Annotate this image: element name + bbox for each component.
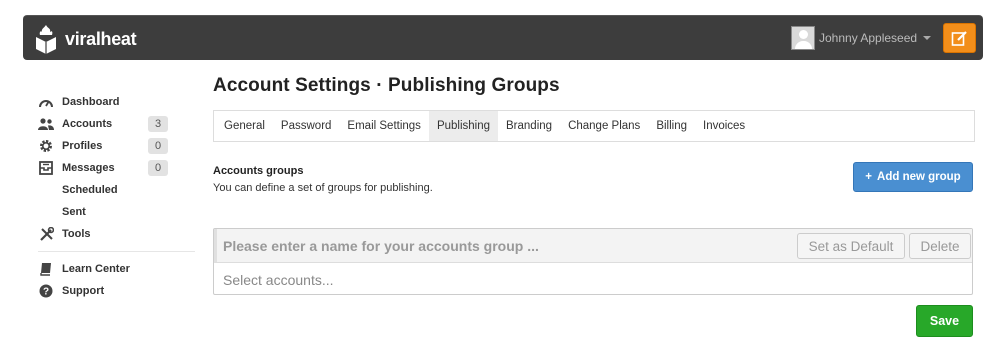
sidebar-item-tools[interactable]: Tools (38, 223, 195, 245)
delete-group-button[interactable]: Delete (909, 233, 971, 259)
sidebar-item-support[interactable]: ? Support (38, 280, 195, 302)
help-icon: ? (38, 283, 54, 299)
plus-icon: + (865, 171, 873, 183)
tab-general[interactable]: General (216, 111, 273, 141)
tools-icon (38, 226, 54, 242)
tab-billing[interactable]: Billing (648, 111, 695, 141)
sidebar-item-profiles[interactable]: Profiles 0 (38, 135, 195, 157)
add-new-group-button[interactable]: + Add new group (853, 162, 973, 192)
tab-password[interactable]: Password (273, 111, 340, 141)
gear-icon (38, 138, 54, 154)
save-button[interactable]: Save (916, 305, 973, 337)
group-header: Please enter a name for your accounts gr… (214, 229, 972, 263)
dashboard-icon (38, 94, 54, 110)
select-accounts-input[interactable]: Select accounts... (223, 272, 334, 288)
chevron-down-icon (923, 36, 932, 40)
sidebar-item-learn-center[interactable]: Learn Center (38, 258, 195, 280)
brand-logo[interactable]: viralheat (33, 23, 137, 55)
compose-button[interactable] (943, 23, 976, 53)
group-name-input[interactable]: Please enter a name for your accounts gr… (223, 238, 539, 254)
edit-icon (951, 30, 967, 46)
user-name: Johnny Appleseed (819, 31, 918, 45)
page-title: Account Settings · Publishing Groups (213, 75, 560, 96)
tab-change-plans[interactable]: Change Plans (560, 111, 648, 141)
add-new-group-label: Add new group (877, 171, 961, 183)
sidebar-item-accounts[interactable]: Accounts 3 (38, 113, 195, 135)
tab-email-settings[interactable]: Email Settings (339, 111, 429, 141)
settings-tabs: General Password Email Settings Publishi… (213, 110, 975, 142)
avatar (791, 26, 815, 50)
accounts-group-card: Please enter a name for your accounts gr… (213, 228, 973, 295)
tab-publishing[interactable]: Publishing (428, 111, 499, 141)
tab-branding[interactable]: Branding (498, 111, 560, 141)
users-icon (38, 116, 54, 132)
sidebar-item-sent[interactable]: Sent (38, 201, 195, 223)
sidebar-item-messages[interactable]: Messages 0 (38, 157, 195, 179)
sidebar: Dashboard Accounts 3 Profiles 0 Messages… (38, 91, 195, 302)
viralheat-logo-icon (36, 25, 56, 54)
top-bar: viralheat Johnny Appleseed (23, 15, 983, 60)
svg-text:?: ? (43, 287, 49, 298)
profiles-count-badge: 0 (148, 138, 168, 154)
messages-count-badge: 0 (148, 160, 168, 176)
section-title: Accounts groups (213, 165, 304, 177)
book-icon (38, 261, 54, 277)
tab-invoices[interactable]: Invoices (695, 111, 753, 141)
sidebar-divider (38, 251, 195, 252)
accounts-count-badge: 3 (148, 116, 168, 132)
inbox-icon (38, 160, 54, 176)
user-menu[interactable]: Johnny Appleseed (791, 26, 932, 50)
sidebar-item-scheduled[interactable]: Scheduled (38, 179, 195, 201)
set-as-default-button[interactable]: Set as Default (797, 233, 905, 259)
sidebar-item-dashboard[interactable]: Dashboard (38, 91, 195, 113)
brand-name: viralheat (65, 28, 137, 49)
section-description: You can define a set of groups for publi… (213, 182, 433, 194)
